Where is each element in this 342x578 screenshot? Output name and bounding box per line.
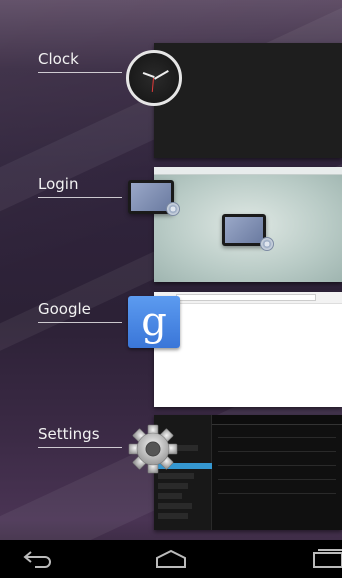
app-thumbnail[interactable] [154,43,342,158]
google-search-icon[interactable]: g [128,296,180,348]
recent-apps-button[interactable] [300,540,342,578]
navigation-bar [0,540,342,578]
app-thumbnail[interactable] [154,415,342,530]
home-button[interactable] [141,540,201,578]
label-divider [38,72,122,73]
home-icon [156,549,186,568]
recent-apps-icon [313,549,342,568]
recent-item-label: Login [38,175,79,193]
app-thumbnail[interactable] [154,292,342,407]
back-icon [23,551,51,568]
clock-icon[interactable] [126,50,182,106]
gear-icon[interactable] [128,424,178,474]
gear-badge-icon [166,202,180,216]
label-divider [38,322,122,323]
recent-item-label: Clock [38,50,79,68]
recent-item-label: Settings [38,425,100,443]
app-thumbnail[interactable] [154,167,342,282]
label-divider [38,197,122,198]
back-button[interactable] [8,540,68,578]
label-divider [38,447,122,448]
recent-item-label: Google [38,300,91,318]
